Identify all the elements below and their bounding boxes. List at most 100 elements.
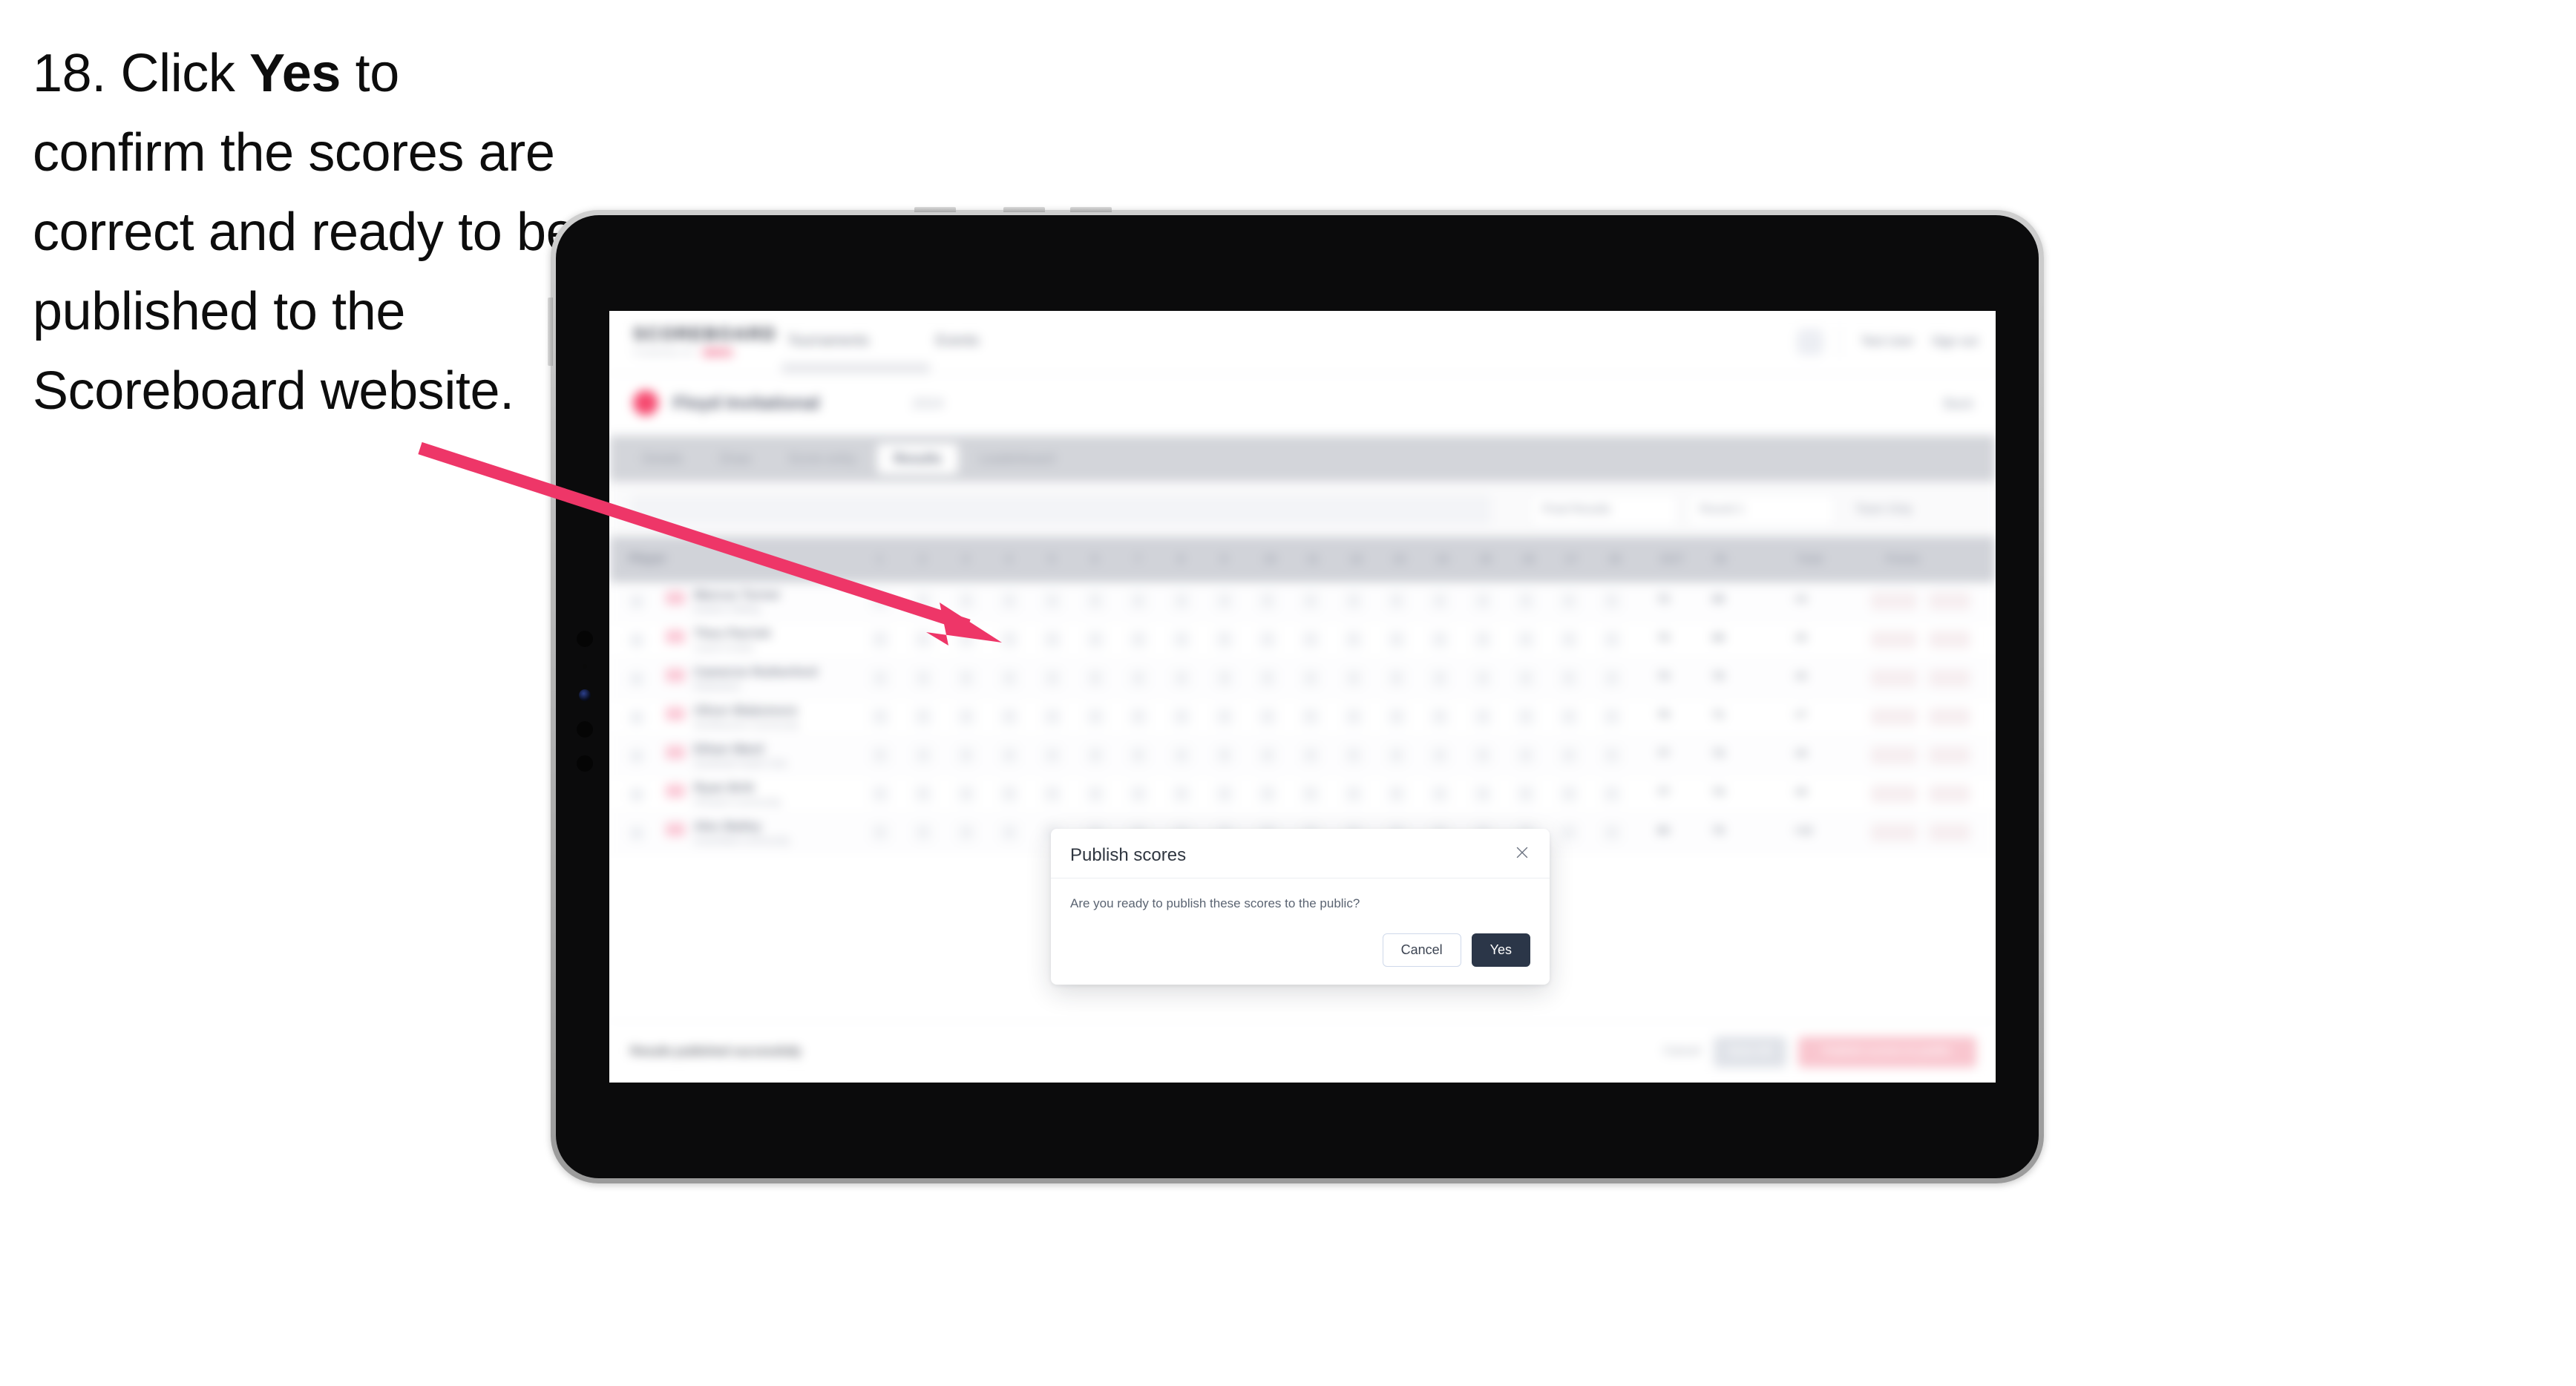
- score-cell[interactable]: 5: [1129, 746, 1148, 765]
- score-cell[interactable]: 4: [1086, 630, 1105, 649]
- score-cell[interactable]: 3: [1559, 630, 1579, 649]
- close-icon[interactable]: [1511, 841, 1533, 864]
- tab-results[interactable]: Results: [877, 443, 959, 474]
- filter-team-toggle[interactable]: Team Only: [1843, 493, 1978, 528]
- score-cell[interactable]: 5: [1473, 746, 1492, 765]
- score-cell[interactable]: 3: [1172, 707, 1191, 726]
- score-cell[interactable]: 4: [1043, 707, 1062, 726]
- score-cell[interactable]: 5: [1000, 707, 1019, 726]
- cancel-button[interactable]: Cancel: [1382, 933, 1461, 967]
- table-row[interactable]: Ryan Britt Penwick Community 4 5 4 5 5 4 4 5 4 3 5 4 5…: [609, 775, 1996, 814]
- table-row[interactable]: Theo Parrish Laurel Cricket 5 4 4 3 5 4 3 4 5 4 4 5 3 4…: [609, 621, 1996, 660]
- score-cell[interactable]: 5: [914, 707, 933, 726]
- score-cell[interactable]: 4: [1473, 784, 1492, 804]
- score-cell[interactable]: 5: [1258, 669, 1277, 688]
- score-cell[interactable]: 4: [1344, 669, 1363, 688]
- score-cell[interactable]: 4: [1129, 669, 1148, 688]
- score-cell[interactable]: 4: [1043, 591, 1062, 611]
- score-cell[interactable]: 4: [1473, 669, 1492, 688]
- score-cell[interactable]: 4: [1387, 746, 1406, 765]
- score-cell[interactable]: 5: [1559, 823, 1579, 842]
- score-cell[interactable]: 4: [1301, 591, 1320, 611]
- score-cell[interactable]: 5: [1000, 784, 1019, 804]
- score-cell[interactable]: 3: [957, 591, 976, 611]
- score-cell[interactable]: 4: [957, 823, 976, 842]
- score-cell[interactable]: 5: [957, 746, 976, 765]
- score-cell[interactable]: 5: [1129, 707, 1148, 726]
- score-cell[interactable]: 4: [914, 630, 933, 649]
- score-cell[interactable]: 4: [1301, 669, 1320, 688]
- score-cell[interactable]: 4: [957, 707, 976, 726]
- save-all-button[interactable]: Save All: [1714, 1037, 1786, 1068]
- nav-sign-out[interactable]: Sign out: [1932, 334, 1978, 349]
- score-cell[interactable]: 5: [1473, 630, 1492, 649]
- score-cell[interactable]: 4: [1129, 784, 1148, 804]
- score-cell[interactable]: 4: [1043, 746, 1062, 765]
- avatar[interactable]: [1797, 329, 1823, 355]
- score-cell[interactable]: 5: [914, 823, 933, 842]
- row-checkbox[interactable]: [630, 711, 643, 724]
- score-cell[interactable]: 3: [1516, 591, 1536, 611]
- row-checkbox[interactable]: [630, 672, 643, 686]
- score-cell[interactable]: 4: [1344, 707, 1363, 726]
- publish-scores-button[interactable]: Publish scores to public: [1798, 1037, 1976, 1068]
- score-cell[interactable]: 4: [1559, 707, 1579, 726]
- score-cell[interactable]: 3: [1430, 669, 1449, 688]
- score-cell[interactable]: 5: [1602, 746, 1622, 765]
- score-cell[interactable]: 4: [1344, 784, 1363, 804]
- score-cell[interactable]: 5: [871, 823, 890, 842]
- score-cell[interactable]: 3: [1000, 630, 1019, 649]
- score-cell[interactable]: 4: [1258, 630, 1277, 649]
- score-cell[interactable]: 5: [1516, 707, 1536, 726]
- score-cell[interactable]: 4: [1602, 823, 1622, 842]
- score-cell[interactable]: 4: [914, 669, 933, 688]
- filter-results-select[interactable]: Final Results: [1530, 493, 1678, 528]
- score-cell[interactable]: 3: [1172, 591, 1191, 611]
- score-cell[interactable]: 5: [914, 784, 933, 804]
- score-cell[interactable]: 4: [1516, 630, 1536, 649]
- brand-logo[interactable]: SCOREBOARD POWERED BY BETA: [633, 324, 776, 358]
- tab-score-entry[interactable]: Score entry: [772, 444, 873, 474]
- row-checkbox[interactable]: [630, 827, 643, 840]
- score-cell[interactable]: 3: [1387, 630, 1406, 649]
- score-cell[interactable]: 4: [1258, 746, 1277, 765]
- score-cell[interactable]: 4: [1430, 591, 1449, 611]
- nav-link-tournaments[interactable]: Tournaments: [787, 333, 869, 349]
- search-input[interactable]: [630, 495, 1491, 525]
- score-cell[interactable]: 4: [1559, 591, 1579, 611]
- score-cell[interactable]: 4: [1473, 591, 1492, 611]
- score-cell[interactable]: 5: [871, 746, 890, 765]
- score-cell[interactable]: 3: [1043, 669, 1062, 688]
- score-cell[interactable]: 5: [1301, 707, 1320, 726]
- score-cell[interactable]: 4: [1215, 707, 1234, 726]
- score-cell[interactable]: 4: [1430, 784, 1449, 804]
- score-cell[interactable]: 5: [1043, 784, 1062, 804]
- score-cell[interactable]: 5: [1516, 784, 1536, 804]
- score-cell[interactable]: 3: [1602, 669, 1622, 688]
- score-cell[interactable]: 5: [1215, 746, 1234, 765]
- score-cell[interactable]: 4: [1473, 707, 1492, 726]
- score-cell[interactable]: 4: [957, 630, 976, 649]
- score-cell[interactable]: 3: [1387, 707, 1406, 726]
- score-cell[interactable]: 5: [1172, 784, 1191, 804]
- row-checkbox[interactable]: [630, 595, 643, 608]
- score-cell[interactable]: 3: [1215, 669, 1234, 688]
- row-checkbox[interactable]: [630, 749, 643, 763]
- score-cell[interactable]: 4: [1602, 784, 1622, 804]
- yes-button[interactable]: Yes: [1471, 933, 1530, 967]
- score-cell[interactable]: 5: [1043, 630, 1062, 649]
- score-cell[interactable]: 5: [1344, 746, 1363, 765]
- tab-leaderboard[interactable]: Leaderboard: [963, 444, 1071, 474]
- score-cell[interactable]: 5: [1258, 591, 1277, 611]
- score-cell[interactable]: 5: [1086, 591, 1105, 611]
- score-cell[interactable]: 4: [1172, 669, 1191, 688]
- table-row[interactable]: Oliver Blakemore Northbourne Community 3 5 4…: [609, 698, 1996, 737]
- score-cell[interactable]: 4: [914, 746, 933, 765]
- score-cell[interactable]: 4: [1258, 707, 1277, 726]
- score-cell[interactable]: 5: [1387, 784, 1406, 804]
- score-cell[interactable]: 4: [1602, 630, 1622, 649]
- score-cell[interactable]: 4: [1430, 630, 1449, 649]
- nav-link-events[interactable]: Events: [936, 333, 979, 349]
- score-cell[interactable]: 4: [1172, 746, 1191, 765]
- score-cell[interactable]: 5: [1086, 669, 1105, 688]
